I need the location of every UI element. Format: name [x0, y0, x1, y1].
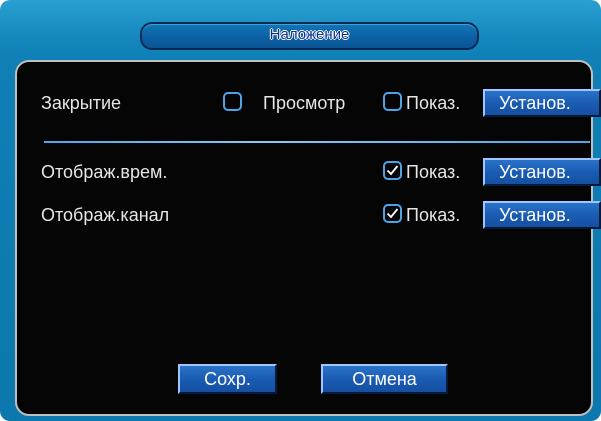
checkmark-icon [386, 208, 399, 219]
title-bar: Наложение [140, 22, 479, 50]
privacy-show-checkbox[interactable] [383, 92, 402, 111]
checkmark-icon [386, 165, 399, 176]
time-set-button[interactable]: Установ. [483, 158, 601, 186]
cancel-button[interactable]: Отмена [321, 364, 448, 394]
dialog-frame: Наложение Закрытие Просмотр Показ. Устан… [0, 0, 601, 421]
channel-show-label: Показ. [406, 205, 461, 225]
time-display-label: Отображ.врем. [41, 162, 168, 182]
time-show-checkbox[interactable] [383, 161, 402, 180]
privacy-preview-checkbox[interactable] [223, 92, 242, 111]
section-divider [44, 141, 590, 143]
channel-show-checkbox[interactable] [383, 204, 402, 223]
privacy-preview-label: Просмотр [263, 93, 346, 113]
dialog-title: Наложение [269, 26, 350, 43]
time-show-label: Показ. [406, 162, 461, 182]
settings-panel: Закрытие Просмотр Показ. Установ. Отобра… [15, 60, 601, 416]
channel-set-button[interactable]: Установ. [483, 201, 601, 229]
channel-display-label: Отображ.канал [41, 205, 170, 225]
privacy-set-button[interactable]: Установ. [483, 89, 601, 117]
save-button[interactable]: Сохр. [178, 364, 277, 394]
privacy-mask-label: Закрытие [41, 93, 122, 113]
privacy-show-label: Показ. [406, 93, 461, 113]
